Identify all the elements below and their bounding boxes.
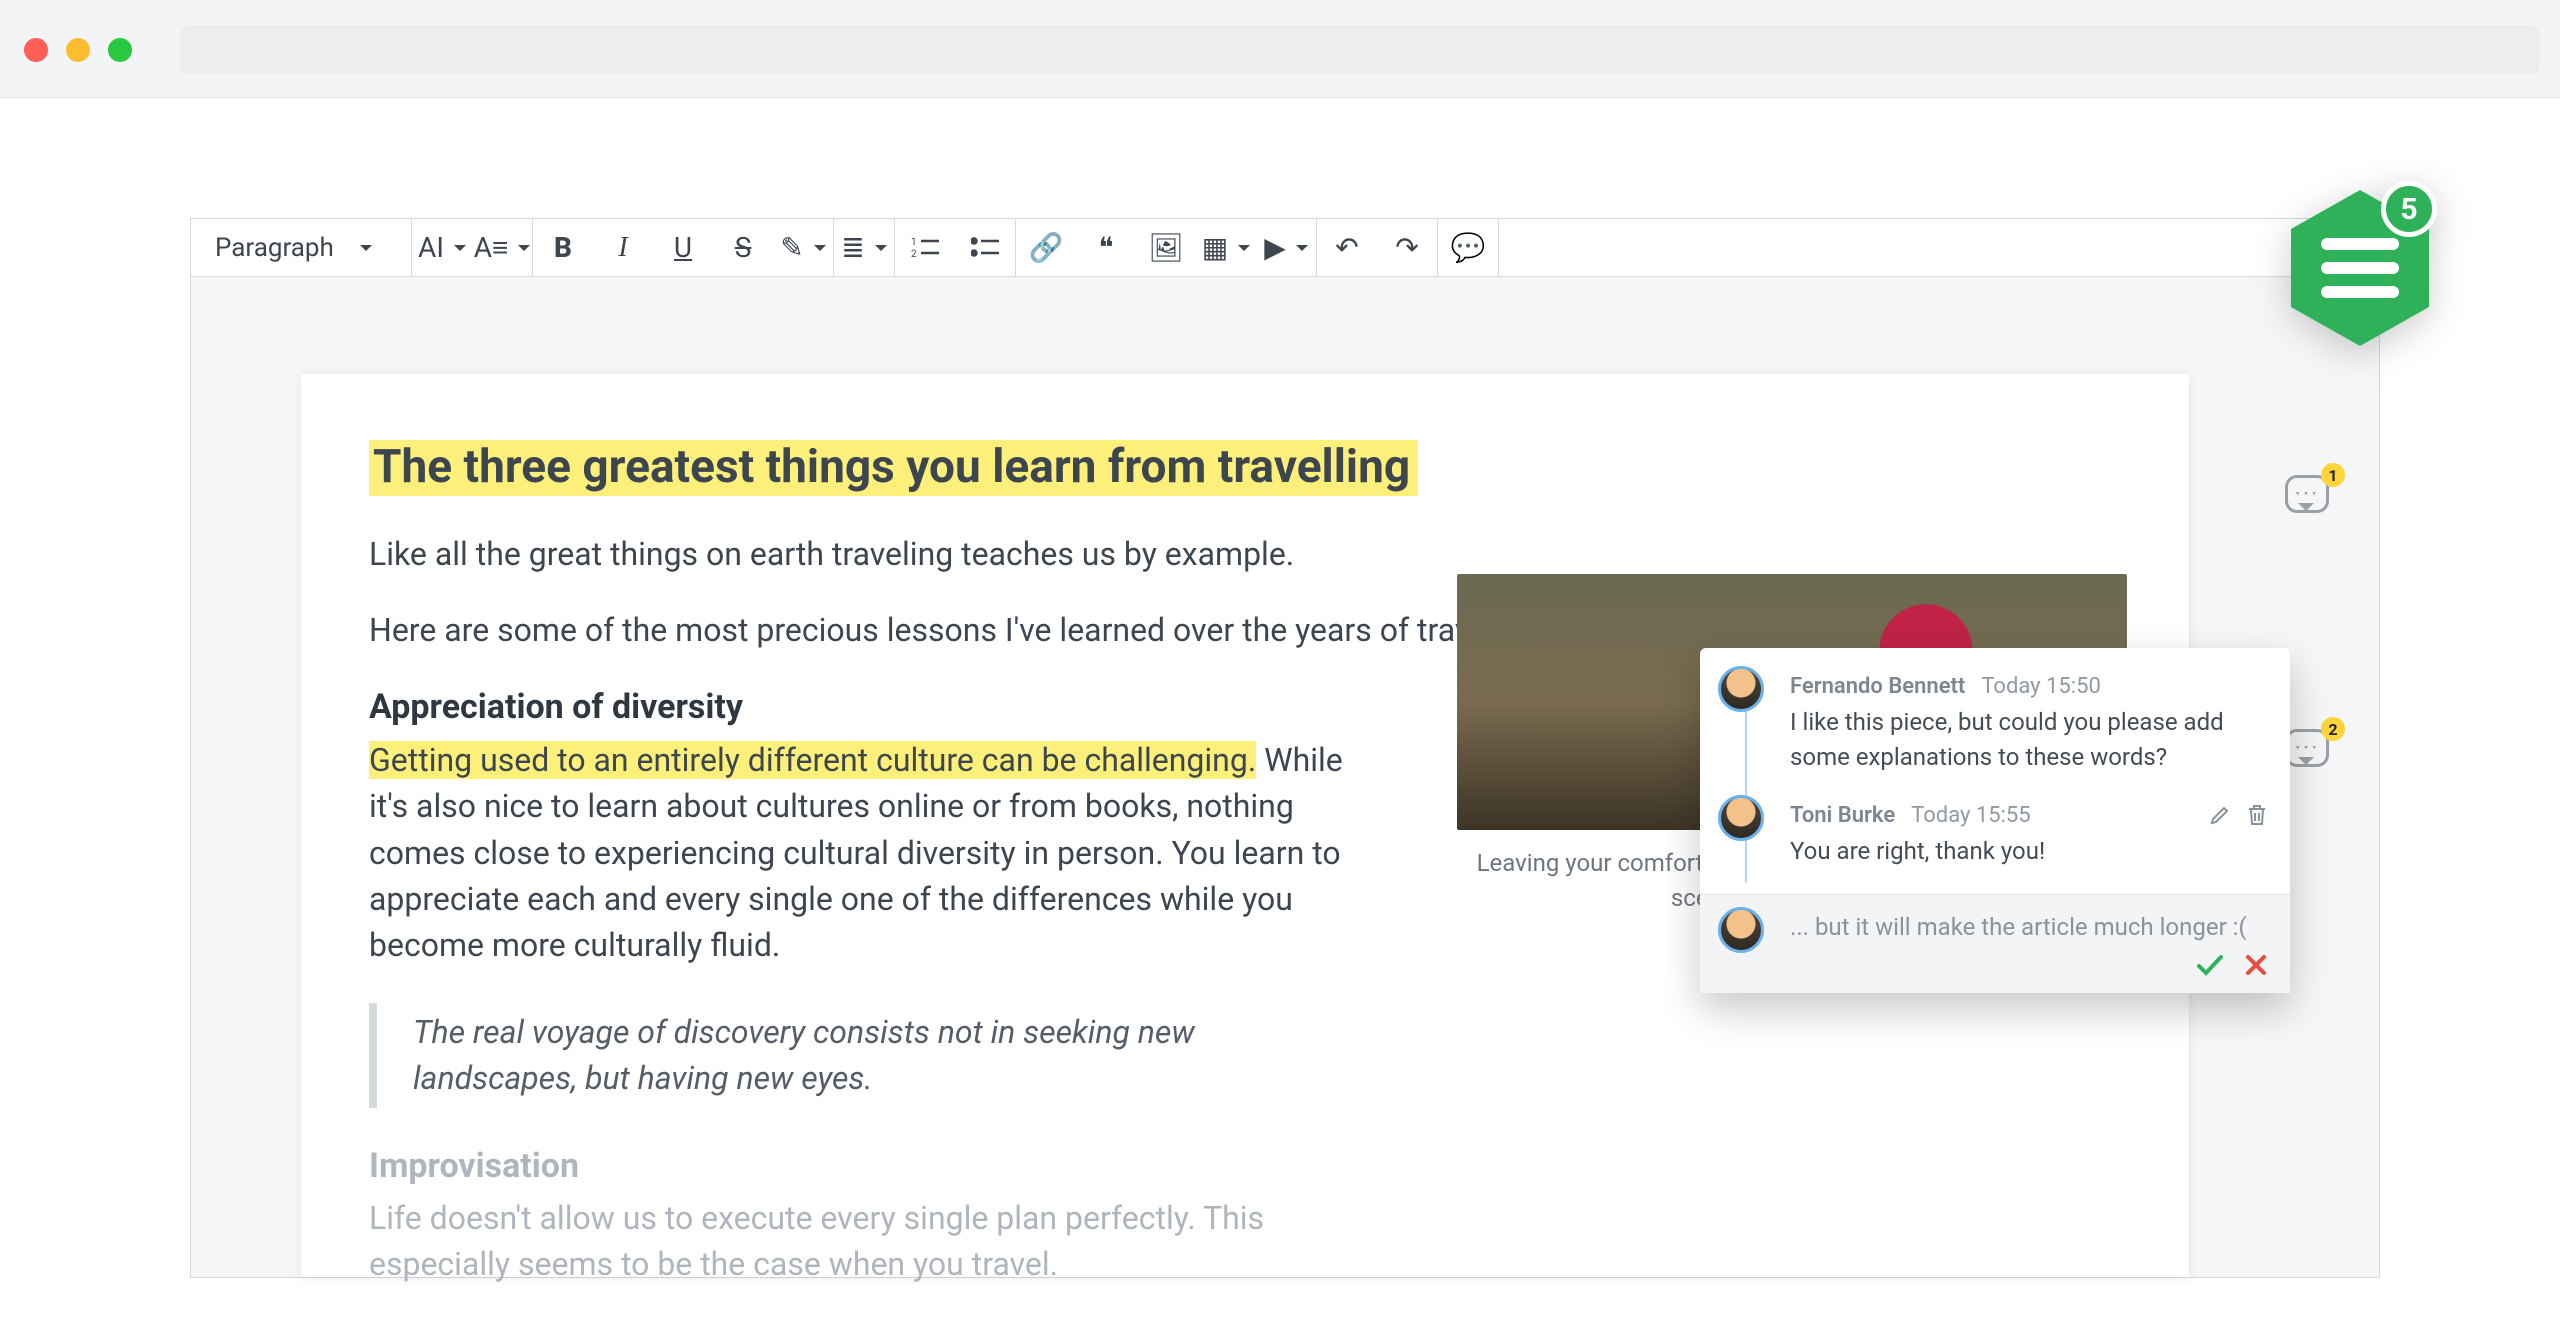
submit-comment-button[interactable] (2196, 953, 2224, 977)
comment-count-badge: 1 (2321, 463, 2345, 487)
numbered-list-icon: 1 2 (911, 236, 939, 260)
delete-comment-button[interactable] (2246, 803, 2268, 827)
blockquote: The real voyage of discovery consists no… (369, 1003, 1269, 1108)
media-icon: ▶ (1264, 231, 1286, 264)
comment-author: Fernando Bennett (1790, 674, 1965, 699)
table-icon: ▦ (1202, 231, 1228, 264)
comment-time: Today 15:50 (1981, 674, 2100, 699)
comment-icon: 💬 (1451, 231, 1486, 264)
table-button[interactable]: ▦ (1196, 219, 1256, 277)
comment: Fernando Bennett Today 15:50 I like this… (1790, 666, 2268, 795)
font-family-select[interactable]: AI (412, 219, 472, 277)
section-body-improvisation: Life doesn't allow us to execute every s… (369, 1195, 1379, 1288)
bulleted-list-button[interactable] (955, 219, 1015, 277)
alignment-select[interactable]: ≣ (834, 219, 894, 277)
comment-thread-popover: Fernando Bennett Today 15:50 I like this… (1700, 648, 2290, 993)
comment-text: You are right, thank you! (1790, 834, 2268, 869)
section-heading-improvisation: Improvisation (369, 1142, 2121, 1191)
image-button[interactable]: 🖼 (1136, 219, 1196, 277)
redo-button[interactable]: ↷ (1377, 219, 1437, 277)
highlighted-sentence: Getting used to an entirely different cu… (369, 741, 1256, 779)
media-button[interactable]: ▶ (1256, 219, 1316, 277)
comment-time: Today 15:55 (1911, 803, 2030, 828)
insert-comment-button[interactable]: 💬 (1438, 219, 1498, 277)
bulleted-list-icon (971, 236, 999, 260)
link-icon: 🔗 (1029, 231, 1064, 264)
strikethrough-button[interactable]: S (713, 219, 773, 277)
doc-title: The three greatest things you learn from… (369, 434, 2121, 501)
undo-icon: ↶ (1335, 231, 1358, 264)
image-icon: 🖼 (1148, 231, 1184, 264)
quote-button[interactable]: ❝ (1076, 219, 1136, 277)
svg-text:1: 1 (911, 237, 917, 248)
comment-reply-input[interactable]: ... but it will make the article much lo… (1790, 913, 2268, 941)
link-button[interactable]: 🔗 (1016, 219, 1076, 277)
underline-button[interactable]: U (653, 219, 713, 277)
comment-text: I like this piece, but could you please … (1790, 705, 2268, 775)
comment-author: Toni Burke (1790, 803, 1895, 828)
notifications-hex-button[interactable]: 5 (2285, 183, 2435, 353)
avatar (1718, 795, 1764, 841)
comment-marker[interactable]: 2 (2285, 729, 2333, 773)
cancel-comment-button[interactable] (2244, 953, 2268, 977)
quote-icon: ❝ (1098, 231, 1113, 264)
bold-button[interactable]: B (533, 219, 593, 277)
window-controls (24, 38, 132, 62)
comment: Toni Burke Today 15:55 You are right, th… (1790, 795, 2268, 889)
highlight-button[interactable]: ✎ (773, 219, 833, 277)
toolbar: Paragraph AI A≡ B I U S ✎ ≣ (191, 219, 2379, 277)
minimize-window-button[interactable] (66, 38, 90, 62)
highlight-icon: ✎ (780, 231, 803, 264)
edit-comment-button[interactable] (2208, 803, 2232, 827)
avatar (1718, 907, 1764, 953)
comment-marker[interactable]: 1 (2285, 475, 2333, 519)
notifications-count-badge: 5 (2381, 181, 2437, 237)
italic-button[interactable]: I (593, 219, 653, 277)
comment-count-badge: 2 (2321, 717, 2345, 741)
avatar (1718, 666, 1764, 712)
address-bar[interactable] (180, 26, 2540, 74)
redo-icon: ↷ (1395, 231, 1418, 264)
svg-text:2: 2 (911, 249, 917, 260)
zoom-window-button[interactable] (108, 38, 132, 62)
page: Paragraph AI A≡ B I U S ✎ ≣ (0, 98, 2560, 1326)
section-body-diversity: Getting used to an entirely different cu… (369, 737, 1379, 969)
doc-title-text: The three greatest things you learn from… (369, 440, 1418, 496)
close-window-button[interactable] (24, 38, 48, 62)
lead-paragraph-1: Like all the great things on earth trave… (369, 531, 2121, 577)
browser-chrome (0, 0, 2560, 98)
font-size-select[interactable]: A≡ (472, 219, 532, 277)
align-icon: ≣ (841, 231, 864, 264)
undo-button[interactable]: ↶ (1317, 219, 1377, 277)
numbered-list-button[interactable]: 1 2 (895, 219, 955, 277)
comment-reply-box[interactable]: ... but it will make the article much lo… (1700, 894, 2290, 993)
block-style-select[interactable]: Paragraph (191, 219, 411, 277)
